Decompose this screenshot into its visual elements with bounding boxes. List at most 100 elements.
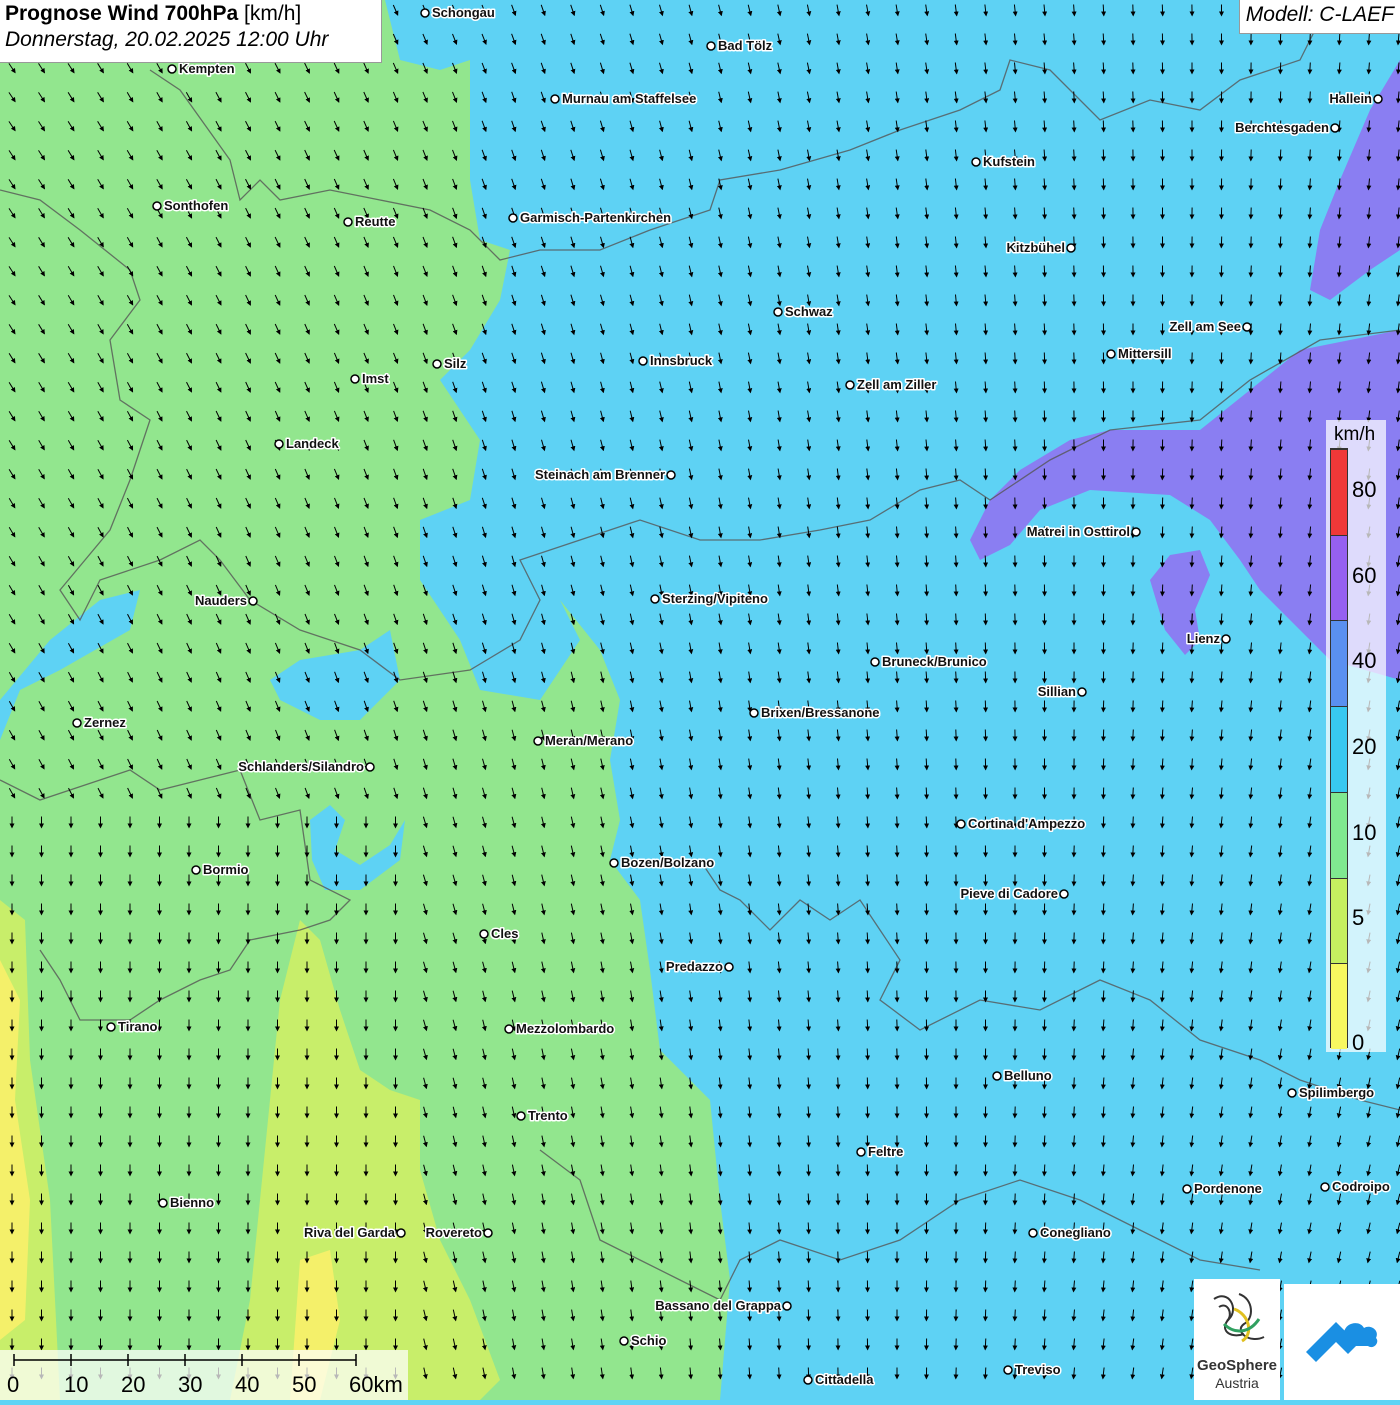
city-label: Sonthofen [164, 198, 228, 213]
city-dot [509, 214, 517, 222]
city-label: Rovereto [426, 1225, 482, 1240]
wind-map[interactable]: SchongauBad TölzKemptenMurnau am Staffel… [0, 0, 1400, 1400]
wind-arrow [1103, 875, 1104, 886]
wind-arrow [1133, 846, 1134, 857]
city-marker[interactable]: Pieve di Cadore [960, 886, 1068, 901]
city-marker[interactable]: Garmisch-Partenkirchen [509, 210, 671, 225]
city-label: Cles [491, 926, 518, 941]
wind-arrow [1074, 92, 1075, 103]
city-label: Spilimbergo [1299, 1085, 1374, 1100]
city-marker[interactable]: Bozen/Bolzano [610, 855, 714, 870]
city-marker[interactable]: Cortina d'Ampezzo [957, 816, 1085, 831]
model-label: Modell: C-LAEF [1239, 0, 1400, 34]
geosphere-logo[interactable]: GeoSphere Austria [1194, 1279, 1280, 1400]
city-label: Silz [444, 356, 467, 371]
city-marker[interactable]: Conegliano [1029, 1225, 1111, 1240]
city-dot [1067, 244, 1075, 252]
wind-arrow [897, 846, 898, 857]
city-marker[interactable]: Meran/Merano [534, 733, 633, 748]
city-marker[interactable]: Steinach am Brenner [535, 467, 675, 482]
wind-arrow [1015, 353, 1016, 364]
city-label: Steinach am Brenner [535, 467, 665, 482]
city-dot [275, 440, 283, 448]
city-marker[interactable]: Innsbruck [639, 353, 713, 368]
city-marker[interactable]: Pordenone [1183, 1181, 1262, 1196]
city-dot [366, 763, 374, 771]
wind-arrow [838, 1049, 839, 1060]
scale-bar: 0102030405060km [0, 1350, 408, 1400]
wind-arrow [1103, 962, 1104, 973]
wind-arrow [867, 933, 868, 944]
city-label: Predazzo [666, 959, 723, 974]
city-label: Bassano del Grappa [655, 1298, 781, 1313]
city-dot [857, 1148, 865, 1156]
wind-arrow [1015, 469, 1016, 480]
city-marker[interactable]: Bruneck/Brunico [871, 654, 987, 669]
wind-arrow [1221, 411, 1222, 422]
city-marker[interactable]: Riva del Garda [304, 1225, 405, 1240]
scale-label: 30 [178, 1372, 202, 1398]
scale-bar-lines [0, 1350, 408, 1400]
city-label: Riva del Garda [304, 1225, 396, 1240]
city-dot [1029, 1229, 1037, 1237]
city-marker[interactable]: Brixen/Bressanone [750, 705, 880, 720]
wind-arrow [1044, 208, 1045, 219]
city-marker[interactable]: Codroipo [1321, 1179, 1390, 1194]
city-marker[interactable]: Schongau [421, 5, 495, 20]
wind-arrow [1074, 1020, 1075, 1031]
wind-arrow [1192, 614, 1193, 625]
city-dot [168, 65, 176, 73]
city-marker[interactable]: Spilimbergo [1288, 1085, 1374, 1100]
city-marker[interactable]: Mezzolombardo [505, 1021, 614, 1036]
scale-label: 20 [121, 1372, 145, 1398]
city-dot [351, 375, 359, 383]
wind-arrow [1074, 1078, 1075, 1089]
wind-arrow [1103, 63, 1104, 74]
city-marker[interactable]: Sterzing/Vipiteno [651, 591, 768, 606]
wind-arrow [1162, 614, 1163, 625]
city-dot [397, 1229, 405, 1237]
city-marker[interactable]: Cittadella [804, 1372, 874, 1387]
wind-arrow [985, 469, 986, 480]
wind-arrow [1044, 266, 1045, 277]
wind-arrow [779, 1368, 780, 1379]
city-marker[interactable]: Murnau am Staffelsee [551, 91, 696, 106]
wind-arrow [1162, 672, 1163, 683]
wind-arrow [1192, 556, 1193, 567]
city-marker[interactable]: Schlanders/Silandro [238, 759, 374, 774]
city-label: Pordenone [1194, 1181, 1262, 1196]
legend-swatch [1331, 620, 1347, 706]
city-dot [1331, 124, 1339, 132]
weather-app-logo[interactable] [1284, 1284, 1400, 1400]
city-marker[interactable]: Sonthofen [153, 198, 228, 213]
city-marker[interactable]: Zell am Ziller [846, 377, 936, 392]
city-marker[interactable]: Predazzo [666, 959, 733, 974]
city-label: Conegliano [1040, 1225, 1111, 1240]
city-dot [433, 360, 441, 368]
wind-arrow [1074, 179, 1075, 190]
city-marker[interactable]: Zell am See [1169, 319, 1251, 334]
wind-arrow [956, 701, 957, 712]
wind-arrow [1221, 469, 1222, 480]
city-dot [1060, 890, 1068, 898]
wind-arrow [985, 1368, 986, 1379]
city-dot [639, 357, 647, 365]
city-dot [1183, 1185, 1191, 1193]
city-dot [871, 658, 879, 666]
city-marker[interactable]: Kitzbühel [1007, 240, 1076, 255]
city-label: Schlanders/Silandro [238, 759, 364, 774]
city-dot [484, 1229, 492, 1237]
wind-arrow [1015, 1339, 1016, 1350]
city-dot [1132, 528, 1140, 536]
wind-arrow [1251, 382, 1252, 393]
city-label: Mezzolombardo [516, 1021, 614, 1036]
wind-arrow [1221, 498, 1222, 509]
city-dot [1004, 1366, 1012, 1374]
city-dot [421, 9, 429, 17]
legend-tick-label: 10 [1352, 820, 1376, 846]
city-dot [344, 218, 352, 226]
city-label: Sillian [1038, 684, 1076, 699]
city-marker[interactable]: Berchtesgaden [1235, 120, 1339, 135]
city-marker[interactable]: Bassano del Grappa [655, 1298, 791, 1313]
city-marker[interactable]: Matrei in Osttirol [1027, 524, 1140, 539]
